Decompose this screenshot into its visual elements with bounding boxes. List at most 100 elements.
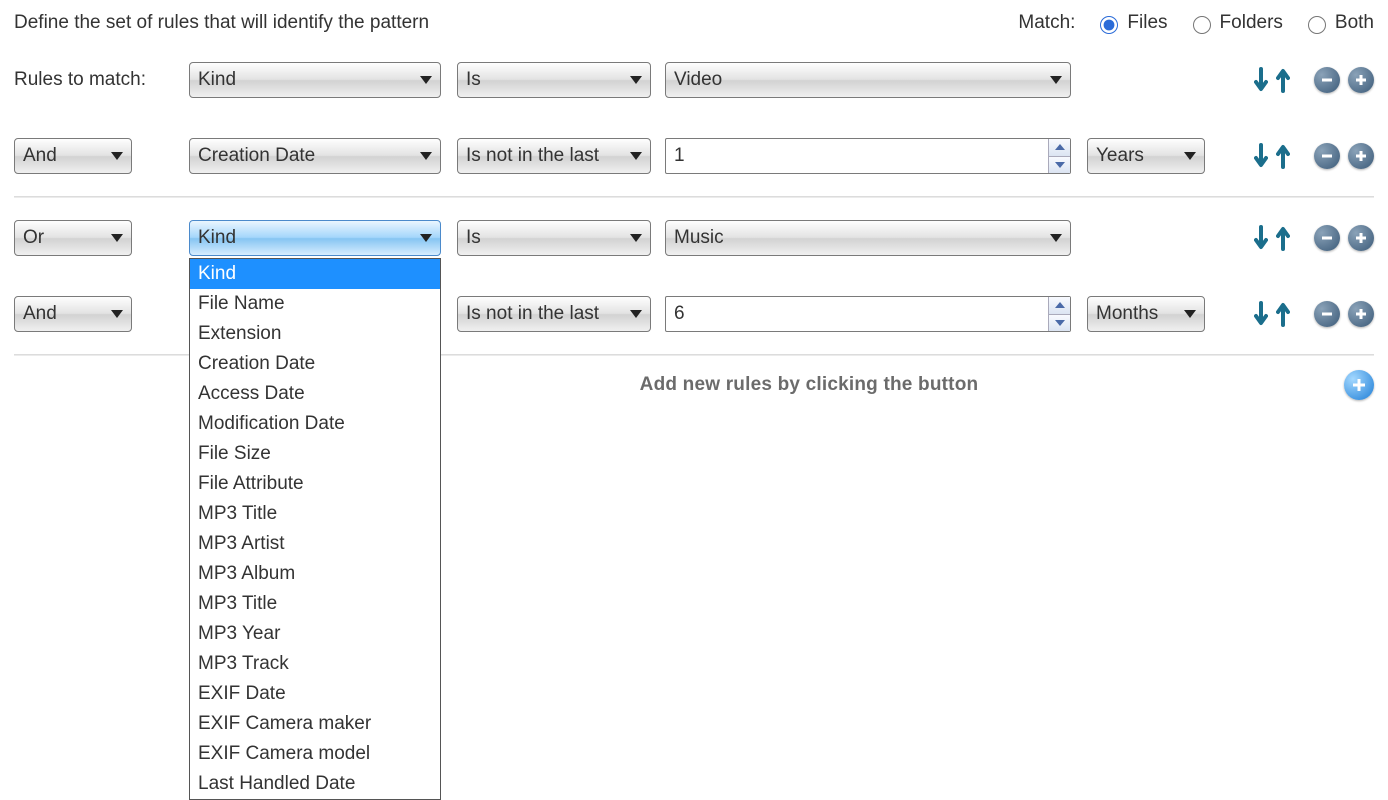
remove-rule-button[interactable] xyxy=(1314,143,1340,169)
operator-select[interactable]: Is xyxy=(457,220,651,256)
operator-value: Is xyxy=(466,69,481,91)
value-number-input[interactable]: 6 xyxy=(665,296,1071,332)
property-option[interactable]: File Attribute xyxy=(190,469,440,499)
operator-value: Is xyxy=(466,227,481,249)
operator-select[interactable]: Is not in the last xyxy=(457,138,651,174)
divider xyxy=(14,196,1374,198)
logic-select[interactable]: Or xyxy=(14,220,132,256)
spinner-up[interactable] xyxy=(1049,297,1070,315)
operator-value: Is not in the last xyxy=(466,145,599,167)
property-option[interactable]: MP3 Year xyxy=(190,619,440,649)
radio-files[interactable]: Files xyxy=(1095,12,1167,34)
value-select[interactable]: Music xyxy=(665,220,1071,256)
add-rule-button[interactable] xyxy=(1348,67,1374,93)
logic-select[interactable]: And xyxy=(14,138,132,174)
add-rule-button[interactable] xyxy=(1348,301,1374,327)
operator-select[interactable]: Is xyxy=(457,62,651,98)
move-down-button[interactable] xyxy=(1254,143,1268,169)
move-down-button[interactable] xyxy=(1254,301,1268,327)
property-dropdown-list[interactable]: KindFile NameExtensionCreation DateAcces… xyxy=(189,258,441,800)
move-up-button[interactable] xyxy=(1276,143,1290,169)
property-option[interactable]: EXIF Camera maker xyxy=(190,709,440,739)
move-up-button[interactable] xyxy=(1276,225,1290,251)
chevron-down-icon xyxy=(420,152,432,160)
radio-files-label: Files xyxy=(1127,12,1167,34)
value-number-input[interactable]: 1 xyxy=(665,138,1071,174)
property-option[interactable]: Kind xyxy=(190,259,440,289)
remove-rule-button[interactable] xyxy=(1314,67,1340,93)
remove-rule-button[interactable] xyxy=(1314,301,1340,327)
add-rule-button[interactable] xyxy=(1348,143,1374,169)
add-new-rule-button[interactable] xyxy=(1344,370,1374,400)
unit-value: Months xyxy=(1096,303,1158,325)
spinner-down[interactable] xyxy=(1049,157,1070,174)
radio-folders-input[interactable] xyxy=(1193,16,1211,34)
property-value: Creation Date xyxy=(198,145,315,167)
property-option[interactable]: MP3 Artist xyxy=(190,529,440,559)
property-option[interactable]: Extension xyxy=(190,319,440,349)
chevron-down-icon xyxy=(630,234,642,242)
spinner-up[interactable] xyxy=(1049,139,1070,157)
chevron-down-icon xyxy=(111,310,123,318)
logic-value: And xyxy=(23,303,57,325)
radio-both-label: Both xyxy=(1335,12,1374,34)
property-option[interactable]: MP3 Title xyxy=(190,499,440,529)
property-option[interactable]: EXIF Date xyxy=(190,679,440,709)
unit-value: Years xyxy=(1096,145,1144,167)
unit-select[interactable]: Years xyxy=(1087,138,1205,174)
add-rule-button[interactable] xyxy=(1348,225,1374,251)
property-select[interactable]: Kind xyxy=(189,62,441,98)
radio-both-input[interactable] xyxy=(1308,16,1326,34)
chevron-down-icon xyxy=(630,310,642,318)
radio-folders[interactable]: Folders xyxy=(1188,12,1283,34)
match-radio-group: Match: Files Folders Both xyxy=(1018,12,1374,34)
property-select[interactable]: Creation Date xyxy=(189,138,441,174)
value-text: Video xyxy=(674,69,722,91)
radio-files-input[interactable] xyxy=(1100,16,1118,34)
logic-value: And xyxy=(23,145,57,167)
property-select[interactable]: Kind xyxy=(189,220,441,256)
move-down-button[interactable] xyxy=(1254,67,1268,93)
move-up-button[interactable] xyxy=(1276,67,1290,93)
property-option[interactable]: File Name xyxy=(190,289,440,319)
property-value: Kind xyxy=(198,69,236,91)
chevron-down-icon xyxy=(630,76,642,84)
chevron-down-icon xyxy=(111,152,123,160)
property-option[interactable]: MP3 Album xyxy=(190,559,440,589)
property-option[interactable]: Modification Date xyxy=(190,409,440,439)
move-down-button[interactable] xyxy=(1254,225,1268,251)
property-option[interactable]: File Size xyxy=(190,439,440,469)
panel-description: Define the set of rules that will identi… xyxy=(14,12,429,34)
property-option[interactable]: Creation Date xyxy=(190,349,440,379)
chevron-down-icon xyxy=(1050,234,1062,242)
value-select[interactable]: Video xyxy=(665,62,1071,98)
chevron-down-icon xyxy=(420,234,432,242)
unit-select[interactable]: Months xyxy=(1087,296,1205,332)
value-text: 6 xyxy=(666,303,1048,325)
radio-both[interactable]: Both xyxy=(1303,12,1374,34)
value-text: 1 xyxy=(666,145,1048,167)
spinner[interactable] xyxy=(1048,297,1070,331)
property-option[interactable]: MP3 Title xyxy=(190,589,440,619)
operator-select[interactable]: Is not in the last xyxy=(457,296,651,332)
property-option[interactable]: Access Date xyxy=(190,379,440,409)
chevron-down-icon xyxy=(420,76,432,84)
match-label: Match: xyxy=(1018,12,1075,34)
chevron-down-icon xyxy=(1184,310,1196,318)
property-option[interactable]: EXIF Camera model xyxy=(190,739,440,769)
move-up-button[interactable] xyxy=(1276,301,1290,327)
property-option[interactable]: Last Handled Date xyxy=(190,769,440,799)
chevron-down-icon xyxy=(630,152,642,160)
remove-rule-button[interactable] xyxy=(1314,225,1340,251)
chevron-down-icon xyxy=(1184,152,1196,160)
spinner-down[interactable] xyxy=(1049,315,1070,332)
rule-row: Or Kind KindFile NameExtensionCreation D… xyxy=(14,220,1374,256)
spinner[interactable] xyxy=(1048,139,1070,173)
property-option[interactable]: MP3 Track xyxy=(190,649,440,679)
logic-select[interactable]: And xyxy=(14,296,132,332)
rule-row: Rules to match: Kind Is Video xyxy=(14,62,1374,98)
chevron-down-icon xyxy=(111,234,123,242)
property-value: Kind xyxy=(198,227,236,249)
logic-value: Or xyxy=(23,227,44,249)
rules-to-match-label: Rules to match: xyxy=(14,69,189,91)
